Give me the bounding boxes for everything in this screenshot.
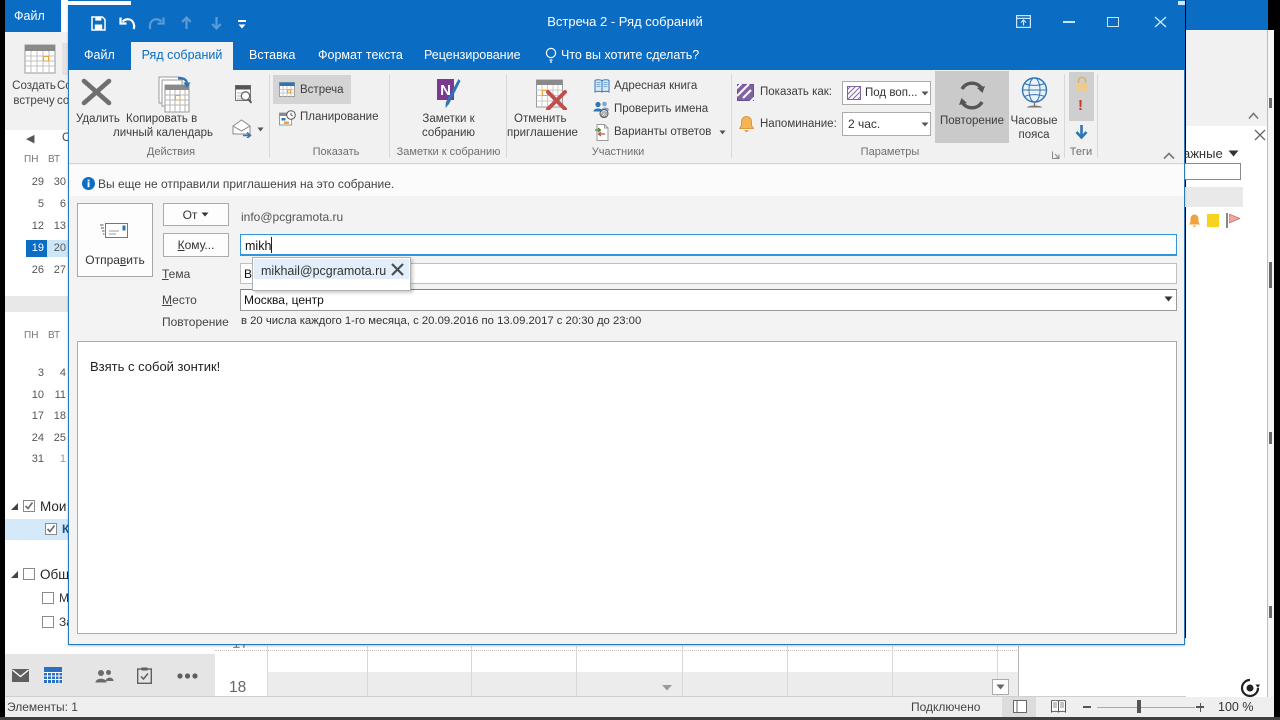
svg-text:@: @ [601, 111, 608, 118]
